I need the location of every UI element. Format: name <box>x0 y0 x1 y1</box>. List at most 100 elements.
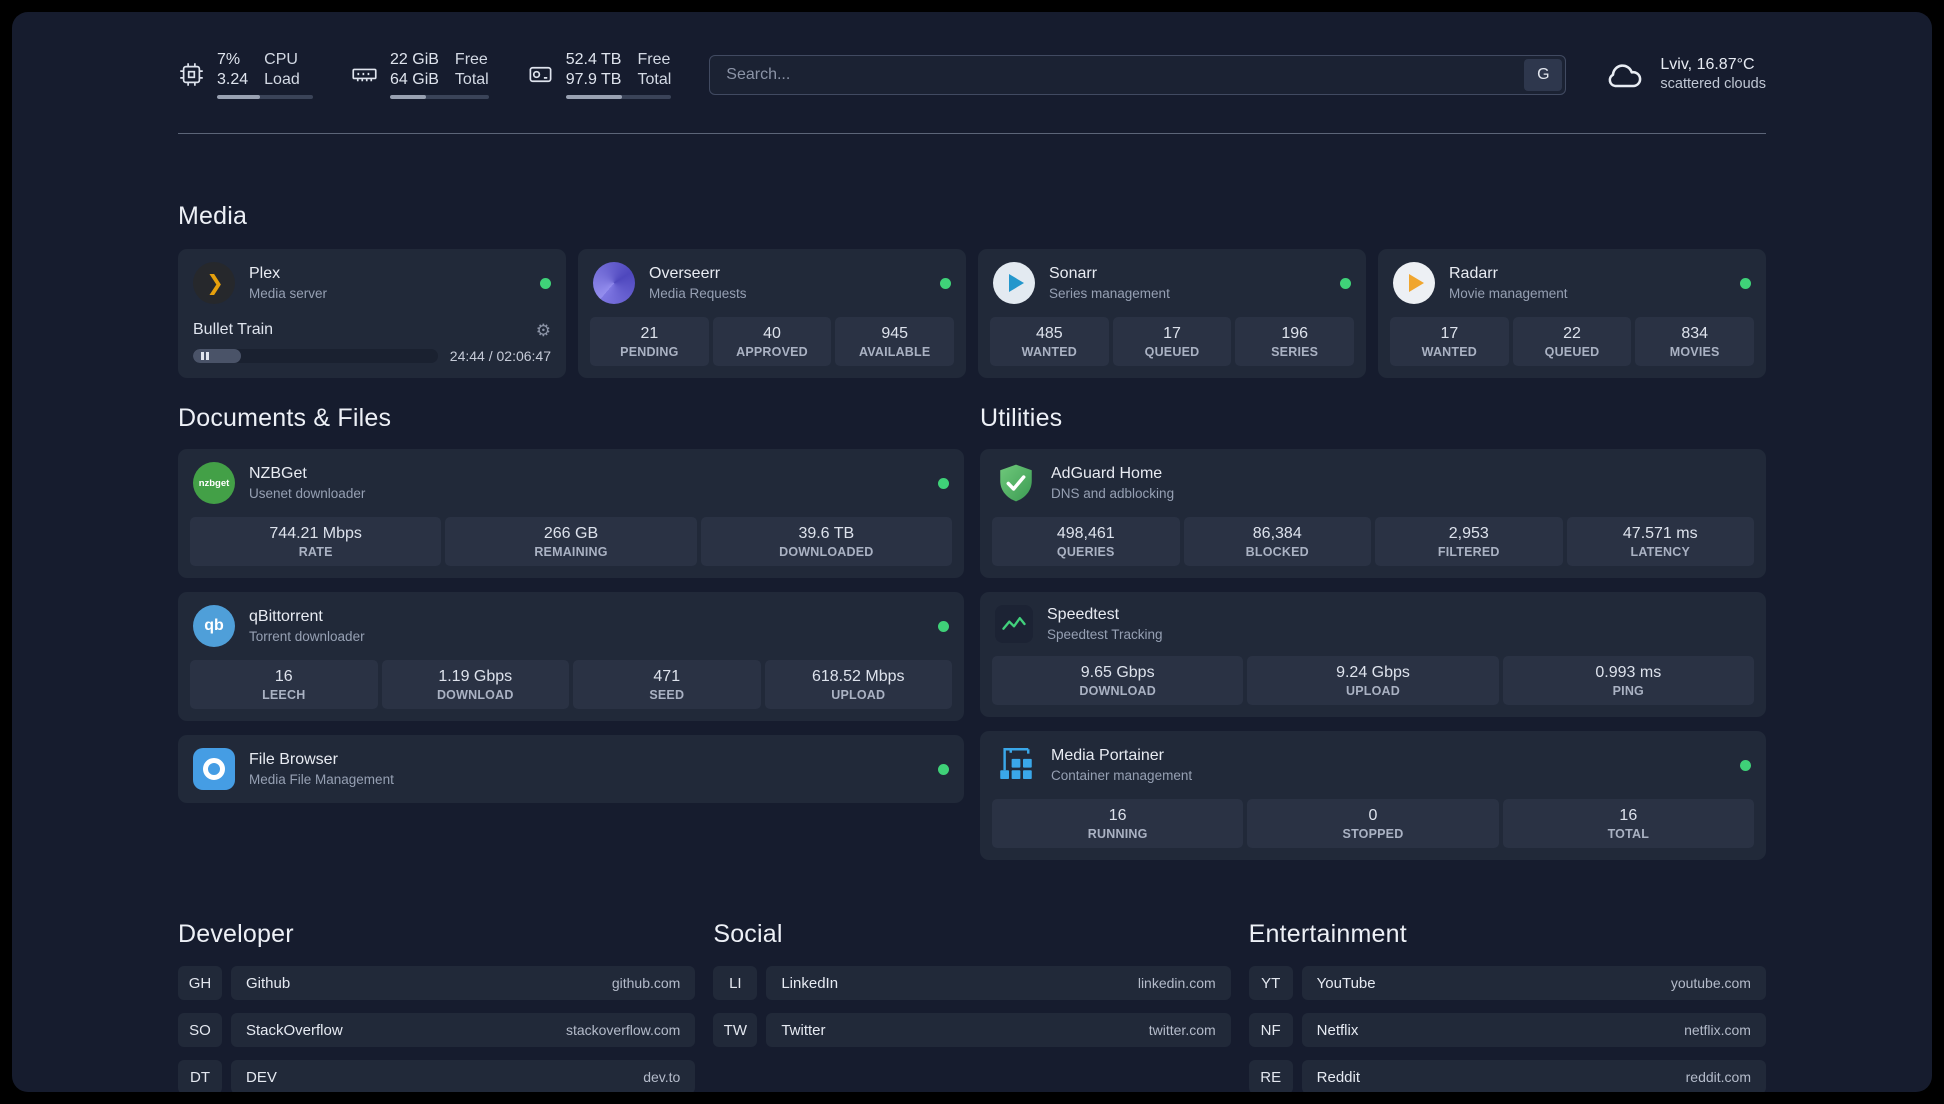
bookmark-youtube[interactable]: YT YouTube youtube.com <box>1248 966 1766 1001</box>
stat-value: 16 <box>1108 807 1127 825</box>
status-dot <box>1740 277 1751 289</box>
status-dot <box>938 763 949 775</box>
stat-value: 17 <box>1440 325 1459 342</box>
service-description: Media File Management <box>249 771 394 787</box>
status-dot <box>940 277 951 289</box>
bookmark-url: twitter.com <box>1148 1022 1216 1039</box>
stat-value: 21 <box>640 325 659 342</box>
bookmark-name: Twitter <box>781 1021 826 1039</box>
stat-value: 16 <box>1619 807 1638 825</box>
bookmark-group-entertainment: Entertainment YT YouTube youtube.com NF … <box>1248 920 1766 1092</box>
speedtest-icon <box>995 605 1033 644</box>
memory-icon <box>352 68 377 82</box>
bookmark-pill: Twitter twitter.com <box>766 1013 1231 1048</box>
service-description: Container management <box>1051 767 1193 783</box>
bookmark-dev[interactable]: DT DEV dev.to <box>178 1060 696 1092</box>
service-card-radarr: Radarr Movie management 17 WANTED 22 QUE… <box>1378 249 1766 378</box>
search-input[interactable] <box>709 54 1567 95</box>
stat-upload: 9.24 Gbps UPLOAD <box>1247 656 1499 706</box>
bookmark-abbr: GH <box>178 966 222 1001</box>
bookmark-abbr: YT <box>1248 966 1293 1001</box>
memory-free-label: Free <box>454 51 488 68</box>
status-dot <box>540 277 551 289</box>
stat-value: 498,461 <box>1056 525 1115 542</box>
service-link-portainer[interactable]: Media Portainer Container management <box>980 731 1766 799</box>
plex-icon: ❯ <box>193 262 235 304</box>
stat-value: 39.6 TB <box>798 525 855 542</box>
stat-blocked: 86,384 BLOCKED <box>1183 517 1371 566</box>
stat-label: QUEUED <box>1544 345 1600 359</box>
service-link-speedtest[interactable]: Speedtest Speedtest Tracking <box>980 592 1766 656</box>
section-utilities: Utilities AdGuard Home DNS and adblockin… <box>980 404 1766 861</box>
media-progress-bar[interactable] <box>193 349 438 363</box>
disk-progress-bar <box>565 95 672 99</box>
bookmark-name: Netflix <box>1316 1021 1359 1039</box>
bookmark-group-social: Social LI LinkedIn linkedin.com TW Twitt… <box>713 920 1231 1092</box>
stat-label: PING <box>1612 684 1644 699</box>
stat-label: SEED <box>649 688 685 702</box>
bookmark-name: Github <box>246 974 291 992</box>
bookmark-abbr: TW <box>713 1013 758 1048</box>
stat-label: WANTED <box>1021 345 1078 359</box>
cpu-load-value: 3.24 <box>217 71 249 88</box>
service-name: Radarr <box>1449 264 1498 282</box>
service-description: Media Requests <box>649 285 747 301</box>
nzbget-icon: nzbget <box>193 462 235 504</box>
gear-icon[interactable]: ⚙ <box>536 322 551 339</box>
stat-value: 1.19 Gbps <box>438 668 513 685</box>
service-link-nzbget[interactable]: nzbget NZBGet Usenet downloader <box>178 449 964 517</box>
service-name: qBittorrent <box>249 607 323 625</box>
bookmark-url: linkedin.com <box>1137 975 1216 992</box>
stat-label: SERIES <box>1271 345 1319 359</box>
bookmark-name: LinkedIn <box>781 974 839 992</box>
bookmark-stackoverflow[interactable]: SO StackOverflow stackoverflow.com <box>178 1013 696 1048</box>
service-description: Movie management <box>1449 285 1568 301</box>
service-link-filebrowser[interactable]: File Browser Media File Management <box>178 735 964 803</box>
search-provider-button[interactable]: G <box>1524 58 1563 91</box>
service-description: Speedtest Tracking <box>1047 626 1163 642</box>
bookmark-twitter[interactable]: TW Twitter twitter.com <box>713 1013 1231 1048</box>
pause-icon[interactable] <box>201 352 209 360</box>
stat-remaining: 266 GB REMAINING <box>445 517 697 566</box>
service-link-overseerr[interactable]: Overseerr Media Requests <box>578 249 966 317</box>
stat-value: 618.52 Mbps <box>811 668 905 685</box>
service-card-adguard: AdGuard Home DNS and adblocking 498,461 … <box>980 449 1766 578</box>
bookmark-reddit[interactable]: RE Reddit reddit.com <box>1248 1060 1766 1092</box>
stat-total: 16 TOTAL <box>1502 799 1754 849</box>
stat-download: 1.19 Gbps DOWNLOAD <box>381 660 569 709</box>
service-link-radarr[interactable]: Radarr Movie management <box>1378 249 1766 317</box>
bookmark-pill: LinkedIn linkedin.com <box>766 966 1231 1001</box>
status-dot <box>938 620 949 632</box>
service-name: NZBGet <box>249 464 307 482</box>
stat-value: 0 <box>1368 807 1378 825</box>
bookmark-url: github.com <box>611 975 681 992</box>
portainer-icon <box>995 744 1037 786</box>
bookmark-abbr: DT <box>178 1060 222 1092</box>
adguard-icon <box>995 462 1037 504</box>
stat-seed: 471 SEED <box>573 660 761 709</box>
disk-free-value: 52.4 TB <box>565 51 622 68</box>
stat-value: 86,384 <box>1252 525 1302 542</box>
service-link-sonarr[interactable]: Sonarr Series management <box>978 249 1366 317</box>
service-description: DNS and adblocking <box>1051 485 1175 501</box>
bookmark-url: netflix.com <box>1684 1022 1751 1039</box>
bookmark-github[interactable]: GH Github github.com <box>178 966 696 1001</box>
stat-value: 485 <box>1035 325 1063 342</box>
service-name: File Browser <box>249 750 338 768</box>
playback-time: 24:44 / 02:06:47 <box>449 348 551 364</box>
disk-total-value: 97.9 TB <box>565 71 622 88</box>
service-link-qbittorrent[interactable]: qb qBittorrent Torrent downloader <box>178 592 964 660</box>
stat-value: 744.21 Mbps <box>269 525 362 542</box>
cpu-widget: 7% 3.24 CPU Load <box>178 50 313 99</box>
stat-available: 945 AVAILABLE <box>835 317 955 366</box>
bookmark-linkedin[interactable]: LI LinkedIn linkedin.com <box>713 966 1231 1001</box>
disk-total-label: Total <box>637 71 672 88</box>
service-name: Plex <box>249 264 281 282</box>
service-link-adguard[interactable]: AdGuard Home DNS and adblocking <box>980 449 1766 517</box>
service-link-plex[interactable]: ❯ Plex Media server <box>178 249 566 317</box>
stat-label: QUEUED <box>1144 345 1200 359</box>
search-bar: G <box>709 54 1567 95</box>
bookmark-netflix[interactable]: NF Netflix netflix.com <box>1248 1013 1766 1048</box>
stat-label: UPLOAD <box>831 688 886 702</box>
stat-label: UPLOAD <box>1346 684 1400 699</box>
